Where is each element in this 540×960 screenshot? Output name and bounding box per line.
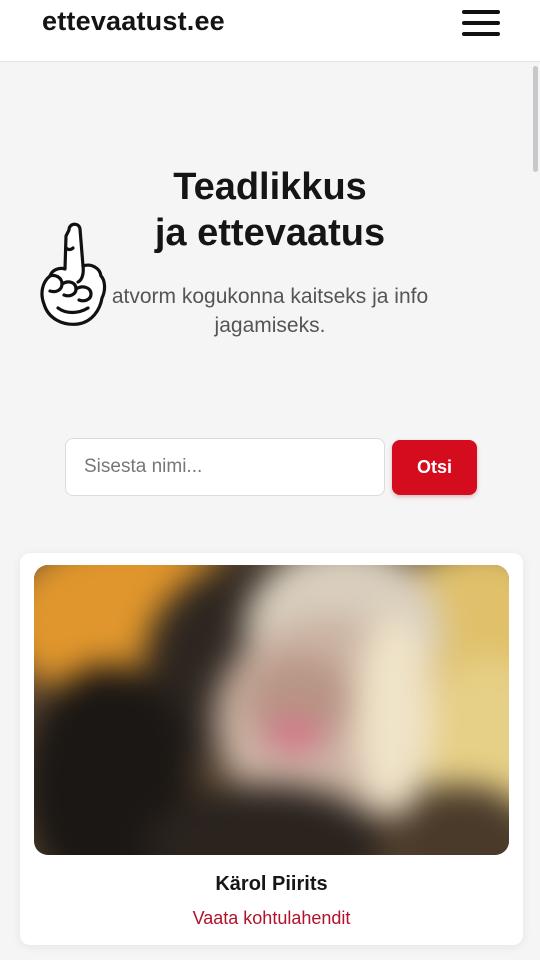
person-name: Kärol Piirits — [215, 873, 328, 895]
name-search-input[interactable] — [65, 438, 385, 496]
view-court-ruling-link[interactable]: Vaata kohtulahendit — [20, 908, 523, 929]
site-logo[interactable]: ettevaatust.ee — [42, 6, 225, 37]
hamburger-menu-icon[interactable] — [456, 6, 504, 40]
blurred-profile-photo[interactable] — [34, 565, 509, 855]
hero-title-line2: ja ettevaatus — [154, 212, 386, 254]
hero-title-line1: Teadlikkus — [173, 166, 367, 208]
top-header: ettevaatust.ee — [0, 0, 540, 62]
photo-region — [264, 715, 324, 755]
search-button[interactable]: Otsi — [392, 440, 477, 495]
hero-subtitle-line2: jagamiseks. — [214, 314, 326, 337]
photo-region — [354, 615, 434, 815]
result-card[interactable]: Kärol Piirits Vaata kohtulahendit — [20, 553, 523, 945]
menu-bar — [462, 21, 500, 25]
page: ettevaatust.ee Teadlikkus ja ettevaatus … — [0, 0, 540, 960]
menu-bar — [462, 10, 500, 14]
menu-bar — [462, 32, 500, 36]
scrollbar-thumb[interactable] — [533, 66, 538, 172]
raised-middle-finger-hand-icon — [40, 222, 107, 326]
photo-blur-layer — [34, 565, 509, 855]
hero-subtitle-line1: atvorm kogukonna kaitseks ja info — [111, 285, 429, 308]
hero-subtitle: atvorm kogukonna kaitseks ja info jagami… — [60, 282, 480, 340]
